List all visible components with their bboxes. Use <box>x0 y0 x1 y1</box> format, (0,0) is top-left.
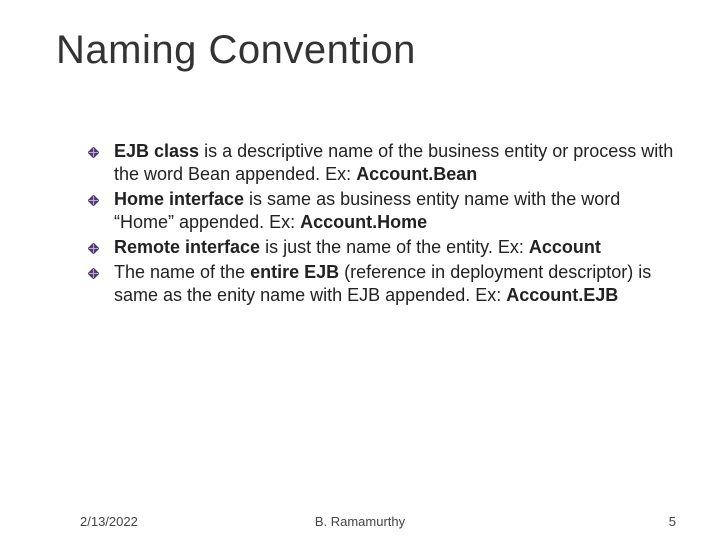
diamond-bullet-icon <box>88 147 99 158</box>
bullet-item: The name of the entire EJB (reference in… <box>88 261 678 307</box>
diamond-bullet-icon <box>88 195 99 206</box>
slide: Naming Convention EJB class is a descrip… <box>0 0 720 540</box>
diamond-bullet-icon <box>88 268 99 279</box>
bullet-text: Home interface is same as business entit… <box>114 189 620 232</box>
bullet-item: EJB class is a descriptive name of the b… <box>88 140 678 186</box>
slide-title: Naming Convention <box>56 28 416 73</box>
bullet-item: Remote interface is just the name of the… <box>88 236 678 259</box>
diamond-bullet-icon <box>88 243 99 254</box>
slide-body: EJB class is a descriptive name of the b… <box>88 140 678 309</box>
bullet-text: Remote interface is just the name of the… <box>114 237 601 257</box>
bullet-item: Home interface is same as business entit… <box>88 188 678 234</box>
bullet-text: EJB class is a descriptive name of the b… <box>114 141 673 184</box>
bullet-text: The name of the entire EJB (reference in… <box>114 262 651 305</box>
footer-author: B. Ramamurthy <box>0 514 720 529</box>
footer-page-number: 5 <box>669 514 676 529</box>
